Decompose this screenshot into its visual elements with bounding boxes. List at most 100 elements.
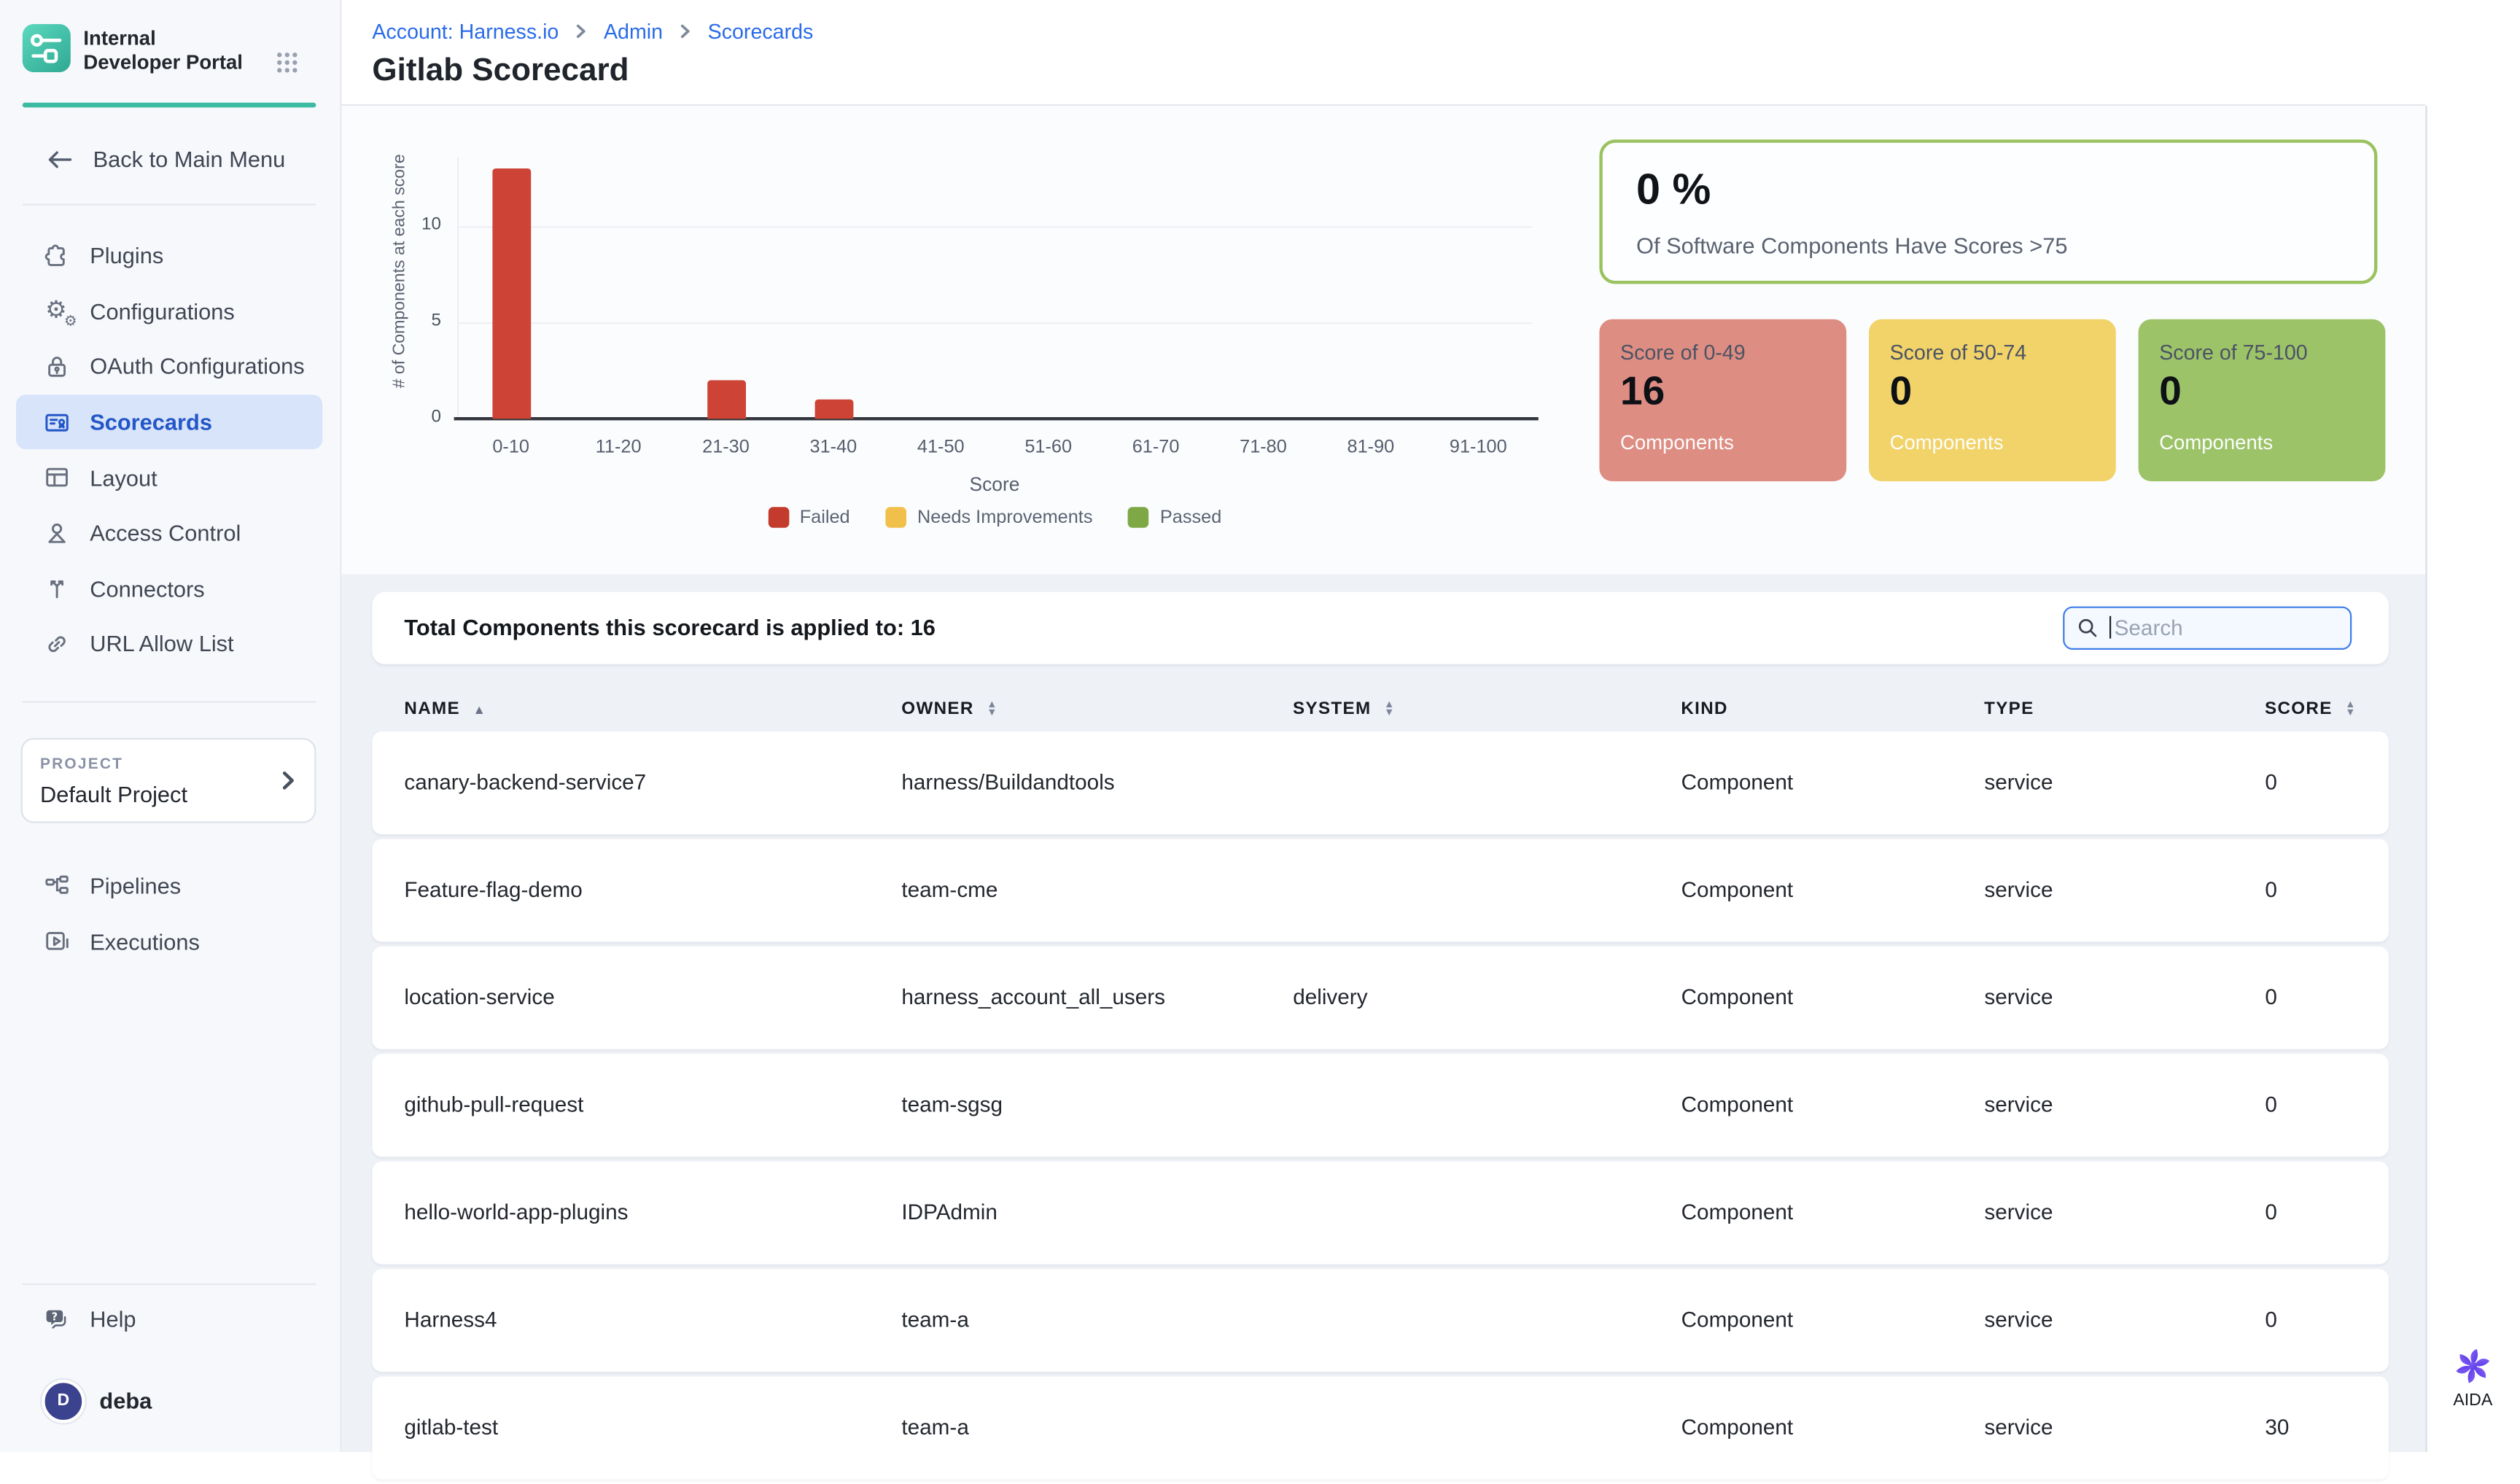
sidebar-item-label: Plugins <box>90 243 163 268</box>
column-header-name[interactable]: NAME▲ <box>404 699 901 718</box>
divider <box>23 701 316 702</box>
legend-swatch <box>1128 507 1149 528</box>
help-chat-icon: ? <box>40 1304 72 1335</box>
aida-icon[interactable] <box>2451 1345 2494 1388</box>
score-card-unit: Components <box>1890 432 2004 454</box>
sidebar-item-oauth-configurations[interactable]: OAuth Configurations <box>0 339 342 395</box>
score-card-unit: Components <box>2159 432 2273 454</box>
cell-owner: team-cme <box>901 878 1293 902</box>
right-gutter: AIDA <box>2425 0 2520 1452</box>
score-card-75-100: Score of 75-100 0 Components <box>2139 319 2386 481</box>
svg-text:?: ? <box>52 1310 58 1323</box>
sidebar-item-connectors[interactable]: Connectors <box>0 561 342 616</box>
table-row[interactable]: github-pull-request team-sgsg Component … <box>372 1054 2388 1156</box>
back-label: Back to Main Menu <box>93 146 286 171</box>
sidebar-nav: Plugins ⚙ ⚙ Configurations OAuth Config <box>0 228 342 672</box>
sidebar-item-label: Access Control <box>90 520 241 545</box>
table-row[interactable]: Harness4 team-a Component service 0 <box>372 1269 2388 1371</box>
sidebar-item-label: OAuth Configurations <box>90 354 304 379</box>
cell-kind: Component <box>1681 1093 1985 1117</box>
sidebar-item-pipelines[interactable]: Pipelines <box>0 858 342 914</box>
cell-owner: team-a <box>901 1308 1293 1332</box>
sidebar-item-label: Pipelines <box>90 873 181 898</box>
cell-system: delivery <box>1293 985 1681 1009</box>
score-card-label: Score of 50-74 <box>1890 340 2027 364</box>
sidebar-item-configurations[interactable]: ⚙ ⚙ Configurations <box>0 284 342 339</box>
back-to-main-menu[interactable]: Back to Main Menu <box>0 136 342 182</box>
project-selector[interactable]: PROJECT Default Project <box>21 738 316 823</box>
chart-x-tick: 11-20 <box>566 438 672 457</box>
page-header: Account: Harness.io Admin Scorecards Git… <box>342 0 2426 106</box>
score-card-label: Score of 75-100 <box>2159 340 2308 364</box>
cell-kind: Component <box>1681 1200 1985 1224</box>
sidebar-item-access-control[interactable]: Access Control <box>0 505 342 561</box>
help-label: Help <box>90 1306 136 1332</box>
chart-legend: FailedNeeds ImprovementsPassed <box>457 507 1532 528</box>
sidebar-project-nav: Pipelines Executions <box>0 858 342 969</box>
scorecard-icon <box>40 406 72 438</box>
avatar: D <box>42 1379 85 1422</box>
sidebar-item-label: Configurations <box>90 298 235 324</box>
score-card-0-49: Score of 0-49 16 Components <box>1599 319 1846 481</box>
cell-owner: team-sgsg <box>901 1093 1293 1117</box>
column-header-score[interactable]: SCORE▲▼ <box>2265 699 2357 718</box>
chart-x-tick: 31-40 <box>780 438 886 457</box>
layout-icon <box>40 462 72 494</box>
legend-label: Needs Improvements <box>917 508 1092 527</box>
cell-type: service <box>1984 985 2265 1009</box>
link-icon <box>40 628 72 660</box>
sidebar-accent-line <box>23 103 316 108</box>
cell-score: 0 <box>2265 1200 2356 1224</box>
sidebar-item-layout[interactable]: Layout <box>0 450 342 505</box>
column-header-owner[interactable]: OWNER▲▼ <box>901 699 1293 718</box>
sidebar-item-executions[interactable]: Executions <box>0 914 342 969</box>
components-toolbar: Total Components this scorecard is appli… <box>372 592 2388 664</box>
breadcrumb-account[interactable]: Account: Harness.io <box>372 19 559 43</box>
sidebar: Internal Developer Portal Back to Main M… <box>0 0 342 1452</box>
breadcrumb-admin[interactable]: Admin <box>604 19 663 43</box>
chart-x-tick: 81-90 <box>1318 438 1423 457</box>
content-divider <box>2425 106 2427 1452</box>
chart-x-tick: 41-50 <box>888 438 994 457</box>
score-card-value: 0 <box>1890 369 1913 416</box>
cell-score: 30 <box>2265 1415 2356 1440</box>
idp-logo-icon <box>23 24 71 72</box>
score-card-value: 16 <box>1620 369 1665 416</box>
sidebar-item-plugins[interactable]: Plugins <box>0 228 342 283</box>
column-header-system[interactable]: SYSTEM▲▼ <box>1293 699 1681 718</box>
chart-bar <box>707 380 745 419</box>
sidebar-item-label: URL Allow List <box>90 632 233 657</box>
sort-icon: ▲▼ <box>2345 700 2357 718</box>
components-section: Total Components this scorecard is appli… <box>342 575 2426 1452</box>
breadcrumb-scorecards[interactable]: Scorecards <box>708 19 814 43</box>
legend-label: Passed <box>1160 508 1221 527</box>
arrow-left-icon <box>45 145 76 172</box>
app-switcher-grid-icon[interactable] <box>274 50 300 75</box>
help-button[interactable]: ? Help <box>0 1293 342 1344</box>
sort-icon: ▲▼ <box>1384 700 1396 718</box>
table-row[interactable]: canary-backend-service7 harness/Buildand… <box>372 731 2388 834</box>
gears-icon: ⚙ ⚙ <box>40 295 72 327</box>
cell-name: hello-world-app-plugins <box>404 1200 901 1224</box>
cell-name: location-service <box>404 985 901 1009</box>
project-name: Default Project <box>40 781 187 807</box>
table-row[interactable]: Feature-flag-demo team-cme Component ser… <box>372 839 2388 941</box>
user-menu[interactable]: D deba <box>0 1377 342 1425</box>
score-card-unit: Components <box>1620 432 1734 454</box>
chart-x-tick: 61-70 <box>1103 438 1209 457</box>
lock-icon <box>40 351 72 383</box>
search-input[interactable] <box>2064 608 2350 648</box>
sidebar-item-scorecards[interactable]: Scorecards <box>16 395 322 450</box>
chart-y-tick: 5 <box>386 311 441 330</box>
aida-label: AIDA <box>2425 1391 2520 1410</box>
cell-type: service <box>1984 1415 2265 1440</box>
legend-item: Needs Improvements <box>885 507 1092 528</box>
table-row[interactable]: location-service harness_account_all_use… <box>372 947 2388 1049</box>
chart-bar <box>491 168 530 419</box>
sidebar-item-url-allow-list[interactable]: URL Allow List <box>0 616 342 672</box>
cell-kind: Component <box>1681 771 1985 795</box>
table-row[interactable]: hello-world-app-plugins IDPAdmin Compone… <box>372 1162 2388 1264</box>
cell-kind: Component <box>1681 1415 1985 1440</box>
table-row[interactable]: gitlab-test team-a Component service 30 <box>372 1377 2388 1479</box>
percent-subtitle: Of Software Components Have Scores >75 <box>1636 233 2067 258</box>
